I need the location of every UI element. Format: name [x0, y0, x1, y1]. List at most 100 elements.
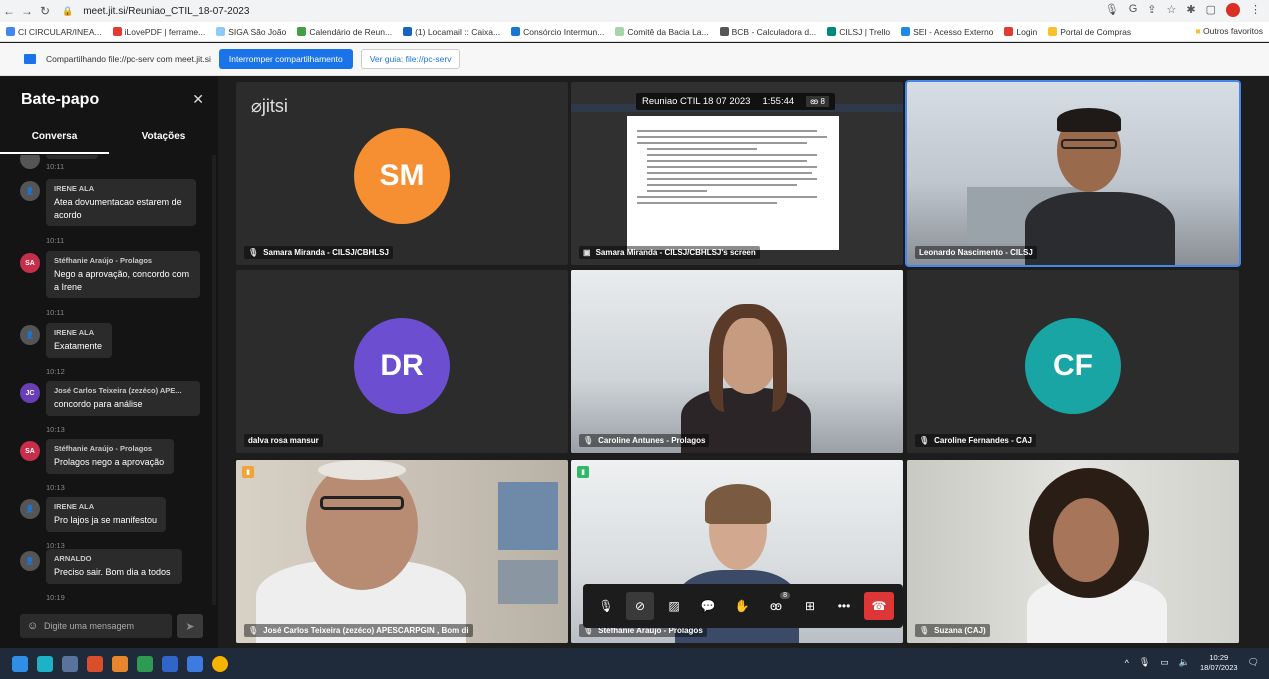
bookmark-item[interactable]: Calendário de Reun...: [297, 27, 392, 37]
bookmark-icon: [297, 27, 307, 36]
chat-button[interactable]: 💬: [694, 592, 722, 620]
meeting-info: Reuniao CTIL 18 07 2023 1:55:44 ꙭ 8: [636, 93, 835, 110]
bookmark-item[interactable]: CILSJ | Trello: [827, 27, 890, 37]
calculator-icon[interactable]: [62, 655, 78, 672]
notification-icon[interactable]: 🗨: [1248, 657, 1259, 668]
participant-tile[interactable]: ▮ 🎙 José Carlos Teixeira (zezéco) APESCAR…: [236, 460, 568, 643]
lock-icon: 🔒: [62, 5, 74, 16]
reload-icon[interactable]: ↻: [36, 4, 54, 18]
window-icon[interactable]: ▢: [1206, 3, 1216, 17]
participant-tile[interactable]: 🎙 Suzana (CAJ): [907, 460, 1239, 643]
connection-indicator-icon[interactable]: ▮: [242, 466, 254, 478]
message-sender: ARNALDO: [54, 554, 92, 563]
share-icon[interactable]: ⇪: [1147, 3, 1156, 17]
word-icon[interactable]: [162, 655, 178, 672]
edge-icon[interactable]: [37, 655, 53, 672]
chat-scrollbar[interactable]: [212, 155, 216, 605]
url-field[interactable]: meet.jit.si/Reuniao_CTIL_18-07-2023: [83, 6, 249, 17]
chevron-up-icon[interactable]: ^: [1125, 658, 1129, 668]
bookmark-item[interactable]: SIGA São João: [216, 27, 286, 37]
bookmark-item[interactable]: Login: [1004, 27, 1037, 37]
bookmark-item[interactable]: Portal de Compras: [1048, 27, 1131, 37]
camera-button[interactable]: ⊘: [626, 592, 654, 620]
tile-view-button[interactable]: ⊞: [796, 592, 824, 620]
network-icon[interactable]: ▭: [1160, 657, 1169, 668]
chat-tabs: Conversa Votações: [0, 124, 218, 154]
bookmark-icon: [112, 27, 122, 36]
more-options-button[interactable]: •••: [830, 592, 858, 620]
participant-tile[interactable]: Leonardo Nascimento - CILSJ: [905, 80, 1241, 267]
bookmark-item[interactable]: CI CIRCULAR/INEA...: [6, 27, 102, 37]
video-grid: ⌀jitsi SM 🎙 Samara Miranda - CILSJ/CBHLSJ: [218, 77, 1269, 648]
participant-name: 🎙 Samara Miranda - CILSJ/CBHLSJ: [244, 246, 393, 259]
participant-tile[interactable]: 🎙 Caroline Antunes - Prolagos: [571, 270, 903, 453]
bookmark-item[interactable]: Comitê da Bacia La...: [615, 27, 709, 37]
participant-tile[interactable]: DR dalva rosa mansur: [236, 270, 568, 453]
screen-share-icon: ▣: [583, 248, 591, 257]
start-icon[interactable]: [12, 655, 28, 672]
avatar: SA: [20, 253, 40, 273]
chat-title: Bate-papo: [21, 91, 100, 108]
tab-votacoes[interactable]: Votações: [109, 124, 218, 154]
close-icon[interactable]: ✕: [192, 91, 204, 108]
participant-tile[interactable]: CF 🎙 Caroline Fernandes - CAJ: [907, 270, 1239, 453]
clock[interactable]: 10:29 18/07/2023: [1200, 653, 1238, 673]
mic-muted-icon: 🎙: [919, 436, 930, 445]
mic-icon[interactable]: 🎙: [1139, 657, 1150, 668]
hangup-button[interactable]: ☎: [864, 592, 894, 620]
message-time: 10:12: [46, 367, 65, 376]
volume-icon[interactable]: 🔈: [1179, 657, 1190, 668]
other-bookmarks[interactable]: ■ Outros favoritos: [1189, 26, 1263, 36]
microphone-button[interactable]: 🎙: [592, 592, 620, 620]
mic-muted-icon: 🎙: [583, 436, 594, 445]
excel-icon[interactable]: [137, 655, 153, 672]
chat-messages[interactable]: 10:11 👤 IRENE ALA Atea dovumentacao esta…: [0, 155, 218, 605]
app-icon[interactable]: [187, 655, 203, 672]
participants-count[interactable]: ꙭ 8: [806, 96, 829, 107]
participant-tile[interactable]: ⌀jitsi SM 🎙 Samara Miranda - CILSJ/CBHLSJ: [236, 82, 568, 265]
raise-hand-button[interactable]: ✋: [728, 592, 756, 620]
screen-share-tile[interactable]: Reuniao CTIL 18 07 2023 1:55:44 ꙭ 8 ▣ Sam…: [571, 82, 903, 265]
stop-sharing-button[interactable]: Interromper compartilhamento: [218, 49, 353, 69]
google-icon[interactable]: G: [1129, 3, 1138, 17]
participant-name: 🎙 José Carlos Teixeira (zezéco) APESCARPG…: [244, 624, 473, 637]
text-line: [647, 190, 707, 192]
emoji-icon[interactable]: ☺: [27, 620, 38, 632]
participant-initials: CF: [1025, 318, 1121, 414]
connection-indicator-icon[interactable]: ▮: [577, 466, 589, 478]
participants-button[interactable]: ꙭ 8: [762, 592, 790, 620]
menu-icon[interactable]: ⋮: [1250, 3, 1261, 17]
bookmark-item[interactable]: iLovePDF | ferrame...: [112, 27, 205, 37]
browser-actions: 🎙 G ⇪ ☆ ✱ ▢ ⋮: [1105, 3, 1261, 17]
extensions-icon[interactable]: ✱: [1186, 3, 1195, 17]
mic-icon[interactable]: 🎙: [1105, 3, 1119, 17]
forward-icon[interactable]: →: [18, 4, 36, 18]
message-sender: José Carlos Teixeira (zezéco) APE...: [54, 386, 182, 395]
chat-icon: 💬: [700, 599, 716, 613]
screen-share-button[interactable]: ▨: [660, 592, 688, 620]
shared-document: [627, 116, 839, 250]
more-icon: •••: [837, 599, 851, 613]
grid-icon: ⊞: [804, 599, 816, 613]
screen-share-bar: Compartilhando file://pc-serv com meet.j…: [0, 43, 1269, 76]
profile-avatar[interactable]: [1226, 3, 1240, 17]
bookmark-item[interactable]: (1) Locamail :: Caixa...: [403, 27, 500, 37]
powerpoint-icon[interactable]: [87, 655, 103, 672]
app-icon[interactable]: [112, 655, 128, 672]
bookmark-item[interactable]: Consórcio Intermun...: [511, 27, 604, 37]
bookmark-icon: [1048, 27, 1058, 36]
star-icon[interactable]: ☆: [1167, 3, 1177, 17]
avatar: SA: [20, 441, 40, 461]
chat-message-input[interactable]: ☺ Digite uma mensagem: [20, 614, 172, 638]
chrome-icon[interactable]: [212, 655, 228, 672]
back-icon[interactable]: ←: [0, 4, 18, 18]
view-tab-button[interactable]: Ver guia: file://pc-serv: [360, 49, 461, 69]
message-text: Atea dovumentacao estarem de acordo: [54, 197, 182, 220]
send-button[interactable]: ➤: [177, 614, 203, 638]
bookmark-item[interactable]: BCB - Calculadora d...: [719, 27, 816, 37]
message-sender: Stéfhanie Araújo - Prolagos: [54, 444, 153, 453]
participant-name: 🎙 Caroline Antunes - Prolagos: [579, 434, 710, 447]
camera-off-icon: ⊘: [634, 599, 646, 613]
bookmark-item[interactable]: SEI - Acesso Externo: [901, 27, 993, 37]
tab-conversa[interactable]: Conversa: [0, 124, 109, 154]
